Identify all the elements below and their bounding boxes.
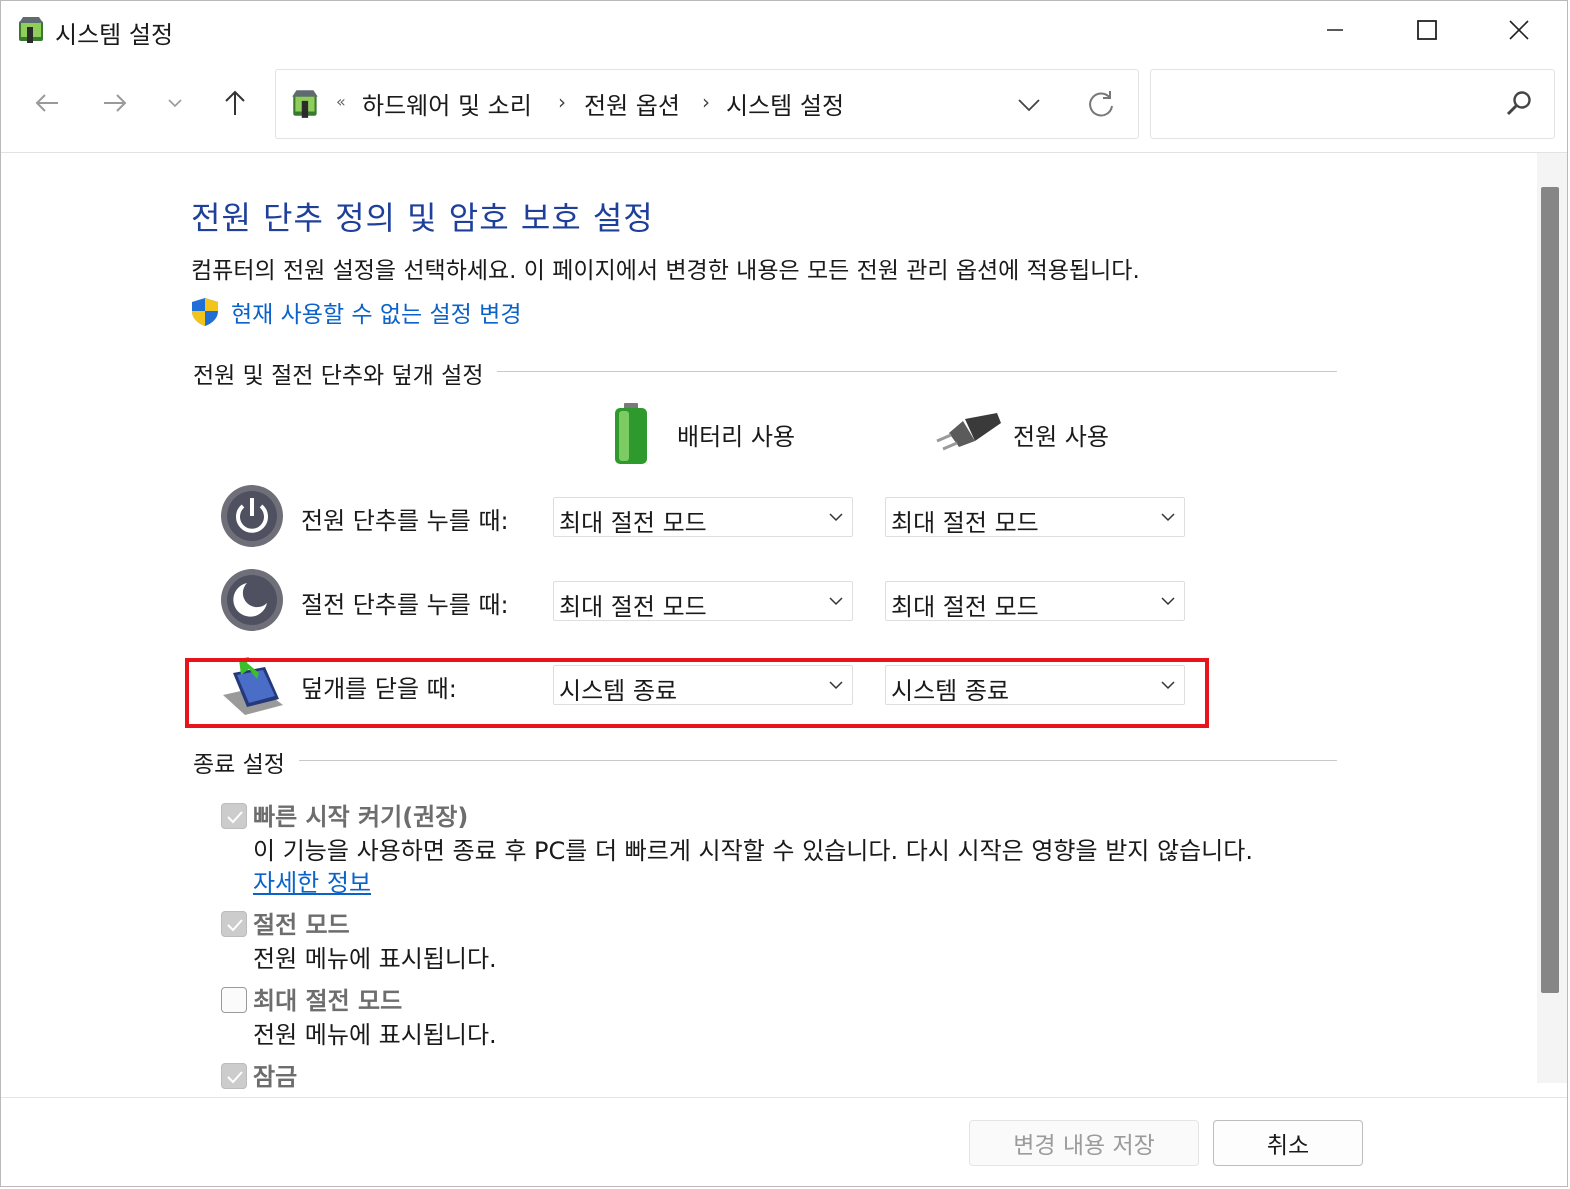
chevron-down-icon <box>829 513 843 522</box>
checkmark-icon <box>227 919 243 932</box>
checkmark-icon <box>227 1071 243 1084</box>
address-dropdown-icon[interactable] <box>1014 90 1044 120</box>
refresh-icon[interactable] <box>1084 88 1118 122</box>
power-options-location-icon <box>292 90 318 118</box>
power-options-app-icon <box>19 17 43 43</box>
lock-title: 잠금 <box>253 1063 298 1091</box>
select-value: 최대 절전 모드 <box>559 509 707 537</box>
sleep-button-icon <box>221 569 283 631</box>
maximize-icon <box>1417 20 1437 40</box>
breadcrumb-power-options[interactable]: 전원 옵션 <box>584 86 680 121</box>
search-icon[interactable] <box>1503 88 1535 120</box>
select-value: 최대 절전 모드 <box>891 509 1039 537</box>
sleep-checkbox[interactable] <box>221 911 247 937</box>
highlight-box <box>185 658 1209 728</box>
select-value: 최대 절전 모드 <box>891 593 1039 621</box>
system-settings-window: 시스템 설정 « 하드웨어 및 소리 › 전원 옵션 › 시스템 설정 전원 단… <box>0 0 1568 1187</box>
page-title: 전원 단추 정의 및 암호 보호 설정 <box>191 199 654 237</box>
battery-column-label: 배터리 사용 <box>677 423 796 451</box>
arrow-right-icon <box>104 94 127 112</box>
power-button-label: 전원 단추를 누를 때: <box>301 507 509 535</box>
power-plug-icon <box>936 413 1001 451</box>
cancel-button[interactable]: 취소 <box>1213 1120 1363 1166</box>
uac-shield-icon <box>192 298 218 326</box>
vertical-scrollbar[interactable] <box>1537 153 1567 1083</box>
navigation-bar: « 하드웨어 및 소리 › 전원 옵션 › 시스템 설정 <box>1 59 1567 153</box>
breadcrumb-separator[interactable]: › <box>702 90 710 114</box>
breadcrumb-hardware-sound[interactable]: 하드웨어 및 소리 <box>362 86 532 121</box>
hibernate-checkbox[interactable] <box>221 987 247 1013</box>
section-divider <box>193 760 1337 761</box>
chevron-down-icon <box>1161 597 1175 606</box>
forward-button[interactable] <box>93 81 137 125</box>
chevron-down-icon <box>829 597 843 606</box>
battery-icon <box>615 403 647 464</box>
fast-startup-description: 이 기능을 사용하면 종료 후 PC를 더 빠르게 시작할 수 있습니다. 다시… <box>253 837 1253 865</box>
lock-checkbox[interactable] <box>221 1063 247 1089</box>
chevron-down-icon <box>1161 513 1175 522</box>
minimize-button[interactable] <box>1289 1 1381 59</box>
shutdown-section-heading: 종료 설정 <box>193 745 299 779</box>
power-button-plugged-select[interactable]: 최대 절전 모드 <box>885 497 1185 537</box>
arrow-left-icon <box>35 94 58 112</box>
plugged-column-label: 전원 사용 <box>1013 423 1109 451</box>
settings-content: 전원 단추 정의 및 암호 보호 설정 컴퓨터의 전원 설정을 선택하세요. 이… <box>1 153 1541 1097</box>
more-info-link[interactable]: 자세한 정보 <box>253 863 371 898</box>
sleep-title: 절전 모드 <box>253 911 350 939</box>
close-icon <box>1509 20 1529 40</box>
power-button-battery-select[interactable]: 최대 절전 모드 <box>553 497 853 537</box>
maximize-button[interactable] <box>1381 1 1473 59</box>
minimize-icon <box>1327 29 1343 31</box>
save-changes-button[interactable]: 변경 내용 저장 <box>969 1120 1199 1166</box>
select-value: 최대 절전 모드 <box>559 593 707 621</box>
close-button[interactable] <box>1473 1 1565 59</box>
sleep-button-battery-select[interactable]: 최대 절전 모드 <box>553 581 853 621</box>
page-description: 컴퓨터의 전원 설정을 선택하세요. 이 페이지에서 변경한 내용은 모든 전원… <box>191 258 1140 284</box>
power-button-icon <box>221 485 283 547</box>
hibernate-title: 최대 절전 모드 <box>253 987 403 1015</box>
sleep-button-label: 절전 단추를 누를 때: <box>301 591 509 619</box>
search-input[interactable] <box>1161 80 1491 128</box>
sleep-description: 전원 메뉴에 표시됩니다. <box>253 945 497 973</box>
sleep-button-plugged-select[interactable]: 최대 절전 모드 <box>885 581 1185 621</box>
breadcrumb-separator[interactable]: › <box>558 90 566 114</box>
window-title: 시스템 설정 <box>55 21 174 49</box>
buttons-section-heading: 전원 및 절전 단추와 덮개 설정 <box>193 356 498 390</box>
scrollbar-thumb[interactable] <box>1541 187 1559 993</box>
overflow-chevron[interactable]: « <box>336 92 346 111</box>
chevron-down-icon <box>168 99 182 108</box>
title-bar: 시스템 설정 <box>1 1 1567 59</box>
hibernate-description: 전원 메뉴에 표시됩니다. <box>253 1021 497 1049</box>
back-button[interactable] <box>25 81 69 125</box>
recent-locations-button[interactable] <box>153 81 197 125</box>
up-button[interactable] <box>213 81 257 125</box>
arrow-up-icon <box>225 90 245 115</box>
footer-bar: 변경 내용 저장 취소 <box>1 1097 1567 1186</box>
checkmark-icon <box>227 811 243 824</box>
address-bar[interactable]: « 하드웨어 및 소리 › 전원 옵션 › 시스템 설정 <box>275 69 1139 139</box>
search-box[interactable] <box>1150 69 1555 139</box>
fast-startup-title: 빠른 시작 켜기(권장) <box>253 803 469 831</box>
breadcrumb-system-settings[interactable]: 시스템 설정 <box>726 86 844 121</box>
change-unavailable-settings-link[interactable]: 현재 사용할 수 없는 설정 변경 <box>231 295 521 329</box>
fast-startup-checkbox[interactable] <box>221 803 247 829</box>
